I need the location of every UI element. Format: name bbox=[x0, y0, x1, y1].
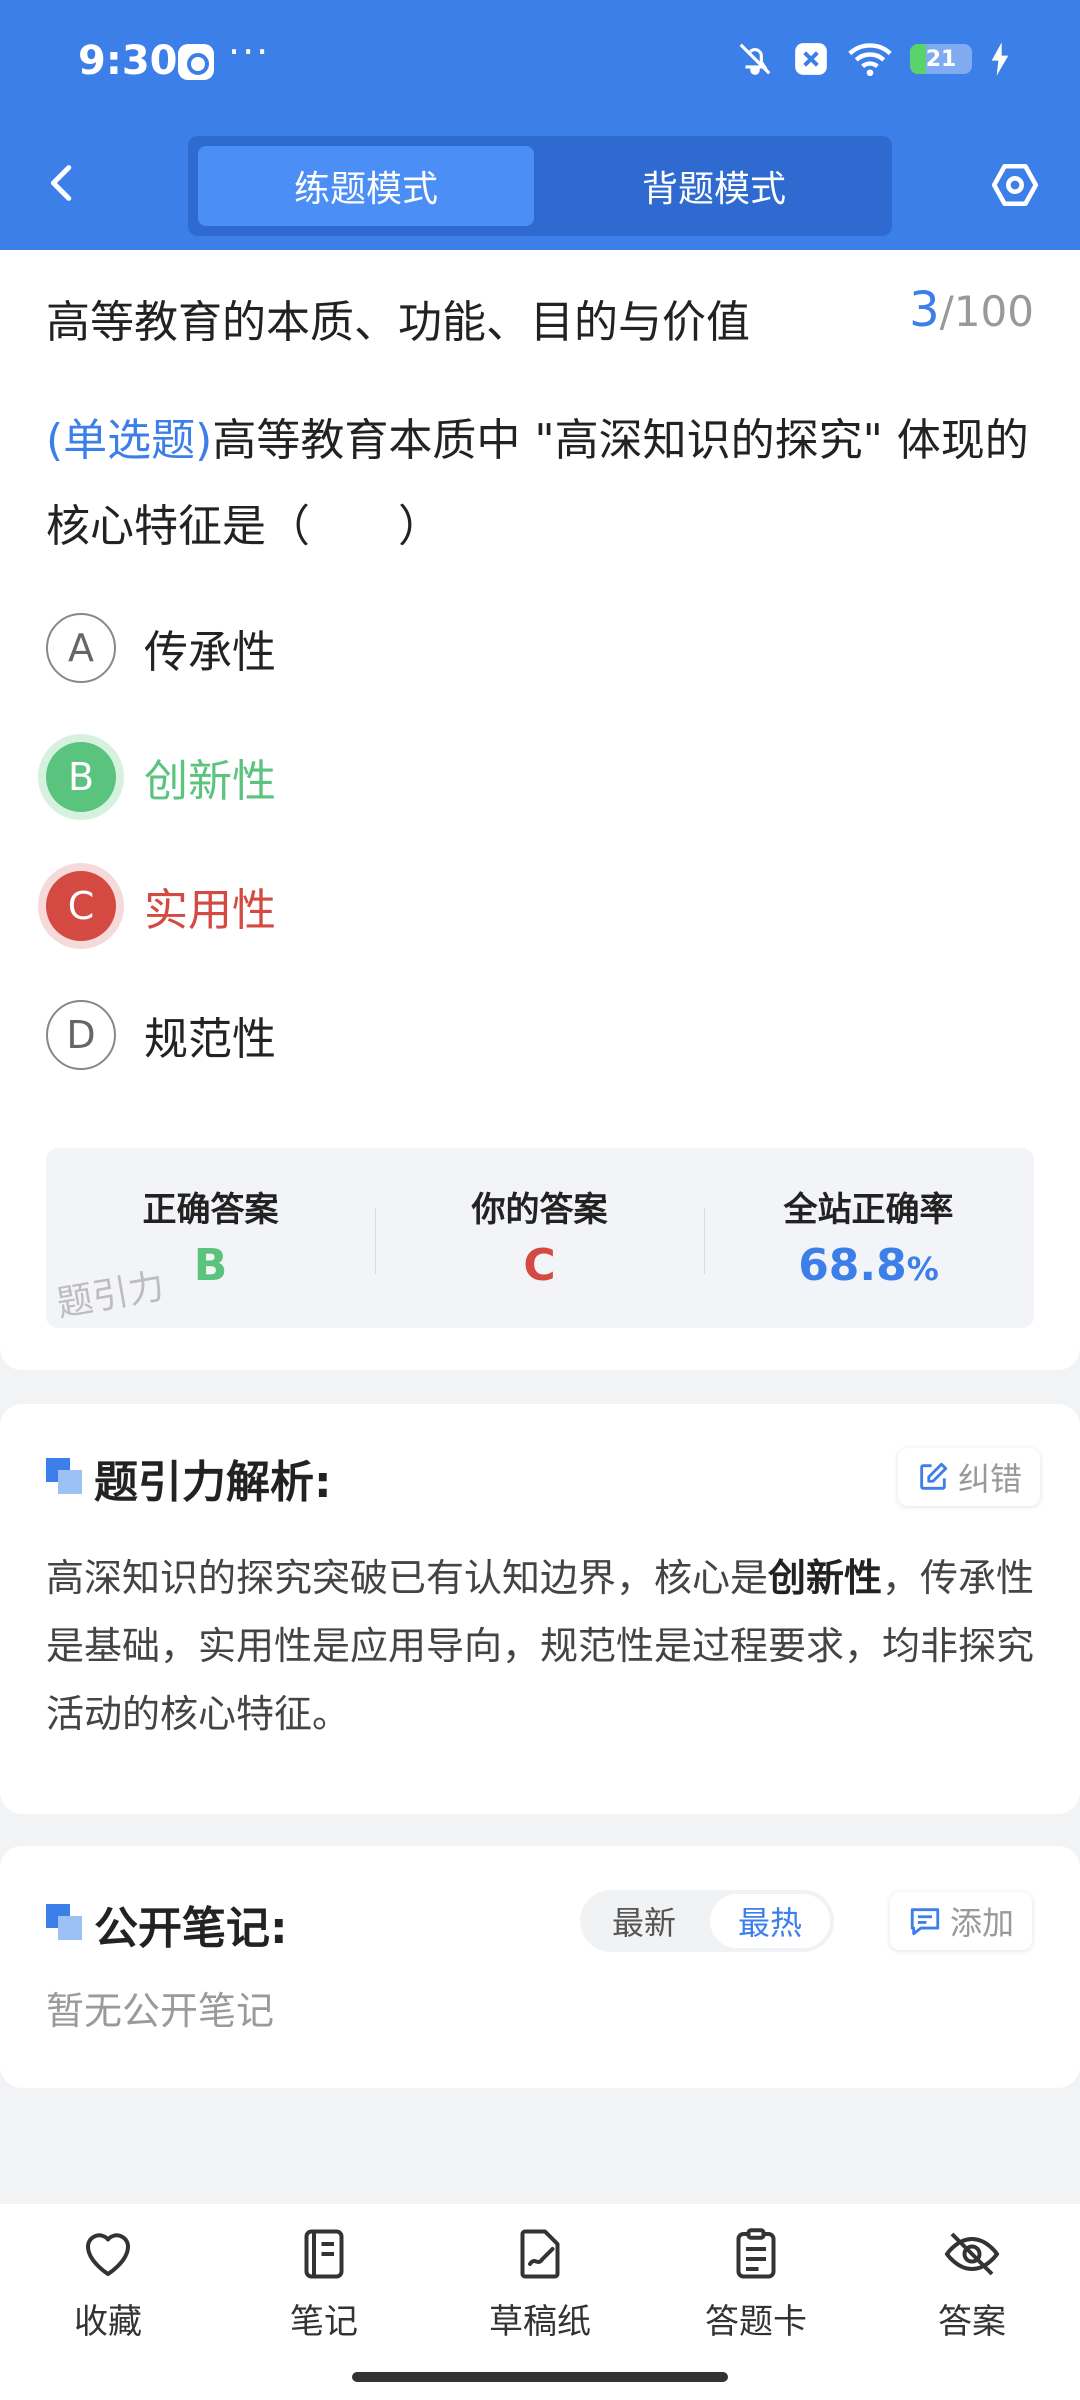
bell-off-icon bbox=[739, 43, 771, 75]
question-text: (单选题)高等教育本质中 "高深知识的探究" 体现的核心特征是（ ） bbox=[46, 398, 1036, 570]
accuracy-col: 全站正确率 68.8% bbox=[704, 1148, 1033, 1328]
eye-off-icon bbox=[944, 2232, 1000, 2276]
question-card: (单选题)高等教育本质中 "高深知识的探究" 体现的核心特征是（ ） A 传承性… bbox=[0, 380, 1080, 1370]
draft-paper-label: 草稿纸 bbox=[489, 2302, 591, 2342]
total-questions: 100 bbox=[953, 287, 1034, 336]
chapter-title-row: 高等教育的本质、功能、目的与价值 3/100 bbox=[0, 250, 1080, 381]
settings-hexagon-icon[interactable] bbox=[990, 160, 1040, 210]
top-header: 9:30 ··· 21 练题模式 背题模式 bbox=[0, 0, 1080, 250]
progress-separator: / bbox=[939, 287, 954, 336]
close-box-icon bbox=[795, 43, 827, 75]
status-icons: 21 bbox=[736, 40, 1010, 78]
chapter-title: 高等教育的本质、功能、目的与价值 bbox=[46, 297, 750, 348]
battery-indicator: 21 bbox=[910, 44, 972, 74]
option-c[interactable]: C 实用性 bbox=[46, 870, 276, 942]
report-error-label: 纠错 bbox=[958, 1460, 1023, 1498]
option-label: 规范性 bbox=[144, 1014, 276, 1065]
bottom-toolbar: 收藏 笔记 草稿纸 答题卡 答案 bbox=[0, 2204, 1080, 2400]
comment-icon bbox=[910, 1908, 940, 1936]
wifi-icon bbox=[848, 43, 892, 77]
edit-icon bbox=[920, 1462, 948, 1490]
accuracy-value: 68.8% bbox=[798, 1240, 939, 1291]
notes-label: 笔记 bbox=[290, 2302, 358, 2342]
analysis-text: 高深知识的探究突破已有认知边界，核心是创新性，传承性是基础，实用性是应用导向，规… bbox=[46, 1556, 1035, 1736]
option-letter: B bbox=[46, 742, 116, 812]
accuracy-label: 全站正确率 bbox=[783, 1190, 954, 1230]
option-label: 创新性 bbox=[144, 756, 276, 807]
answer-card-label: 答题卡 bbox=[705, 2302, 807, 2342]
show-answer-button[interactable]: 答案 bbox=[864, 2224, 1080, 2354]
correct-answer-label: 正确答案 bbox=[142, 1190, 279, 1230]
home-indicator[interactable] bbox=[352, 2372, 728, 2382]
option-letter: D bbox=[46, 1000, 116, 1070]
your-answer-value: C bbox=[523, 1240, 556, 1291]
notes-button[interactable]: 笔记 bbox=[216, 2224, 432, 2354]
answer-card-button[interactable]: 答题卡 bbox=[648, 2224, 864, 2354]
question-progress: 3/100 bbox=[909, 282, 1034, 338]
charging-bolt-icon bbox=[991, 42, 1009, 76]
your-answer-col: 你的答案 C bbox=[375, 1148, 704, 1328]
mode-switch: 练题模式 背题模式 bbox=[188, 136, 892, 236]
section-squares-icon bbox=[46, 1458, 82, 1494]
your-answer-label: 你的答案 bbox=[471, 1190, 608, 1230]
add-note-label: 添加 bbox=[950, 1904, 1015, 1942]
answer-card-icon bbox=[736, 2228, 776, 2279]
sort-hot[interactable]: 最热 bbox=[710, 1894, 830, 1948]
option-b[interactable]: B 创新性 bbox=[46, 741, 276, 813]
favorite-button[interactable]: 收藏 bbox=[0, 2224, 216, 2354]
answer-summary: 正确答案 B 你的答案 C 全站正确率 68.8% 题引力 bbox=[46, 1148, 1034, 1328]
report-error-button[interactable]: 纠错 bbox=[898, 1448, 1041, 1506]
sort-latest[interactable]: 最新 bbox=[584, 1894, 704, 1948]
heart-icon bbox=[86, 2233, 130, 2276]
tab-practice-mode[interactable]: 练题模式 bbox=[198, 146, 534, 226]
option-label: 传承性 bbox=[144, 627, 276, 678]
empty-notes-text: 暂无公开笔记 bbox=[46, 1989, 275, 2033]
draft-paper-button[interactable]: 草稿纸 bbox=[432, 2224, 648, 2354]
show-answer-label: 答案 bbox=[938, 2302, 1006, 2342]
back-icon[interactable] bbox=[40, 160, 86, 206]
current-question-number: 3 bbox=[909, 282, 940, 338]
draft-icon bbox=[520, 2229, 560, 2279]
public-notes-card: 公开笔记: 最新 最热 添加 暂无公开笔记 bbox=[0, 1846, 1080, 2088]
tab-memorize-mode[interactable]: 背题模式 bbox=[546, 146, 882, 226]
question-type: (单选题) bbox=[46, 415, 213, 466]
section-squares-icon bbox=[46, 1904, 82, 1940]
notebook-icon bbox=[304, 2229, 344, 2279]
option-letter: C bbox=[46, 871, 116, 941]
notes-sort-switch: 最新 最热 bbox=[580, 1890, 834, 1952]
option-a[interactable]: A 传承性 bbox=[46, 612, 276, 684]
option-d[interactable]: D 规范性 bbox=[46, 999, 276, 1071]
favorite-label: 收藏 bbox=[74, 2302, 142, 2342]
analysis-title: 题引力解析: bbox=[94, 1457, 332, 1508]
app-notification-icon bbox=[178, 44, 214, 80]
option-letter: A bbox=[46, 613, 116, 683]
add-note-button[interactable]: 添加 bbox=[890, 1892, 1033, 1950]
analysis-card: 题引力解析: 纠错 高深知识的探究突破已有认知边界，核心是创新性，传承性是基础，… bbox=[0, 1404, 1080, 1814]
option-label: 实用性 bbox=[144, 885, 276, 936]
notes-title: 公开笔记: bbox=[94, 1903, 288, 1954]
status-time: 9:30 bbox=[78, 38, 178, 84]
status-more-dots: ··· bbox=[228, 30, 271, 74]
